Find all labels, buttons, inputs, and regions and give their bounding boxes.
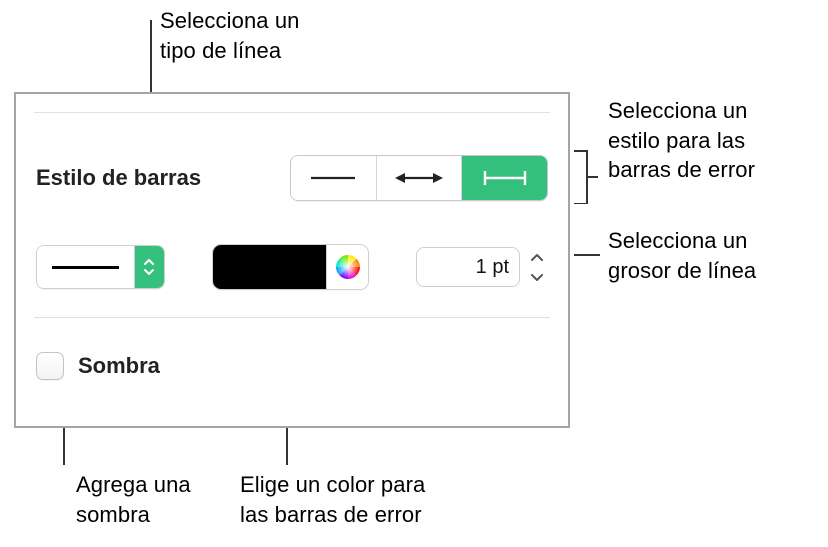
callout-color: Elige un color para las barras de error <box>240 470 425 529</box>
shadow-checkbox[interactable] <box>36 352 64 380</box>
section-title: Estilo de barras <box>36 165 201 191</box>
callout-linetype: Selecciona un tipo de línea <box>160 6 300 65</box>
line-type-toggle[interactable] <box>134 246 164 288</box>
arrow-line-icon <box>391 168 447 188</box>
stepper-up[interactable] <box>526 249 548 266</box>
stepper-down[interactable] <box>526 268 548 285</box>
plain-line-icon <box>305 168 361 188</box>
line-thickness-value: 1 pt <box>476 256 509 279</box>
row-style: Estilo de barras <box>36 113 548 225</box>
error-style-plain-line[interactable] <box>291 156 377 200</box>
callout-thickness: Selecciona un grosor de línea <box>608 226 756 285</box>
error-bar-color-well[interactable] <box>213 245 368 289</box>
callout-shadow: Agrega una sombra <box>76 470 191 529</box>
error-style-arrow-line[interactable] <box>377 156 463 200</box>
solid-line-icon <box>52 266 120 269</box>
line-type-dropdown[interactable] <box>36 245 165 289</box>
line-thickness-stepper: 1 pt <box>416 247 548 287</box>
error-bar-style-segmented[interactable] <box>290 155 548 201</box>
color-picker-button[interactable] <box>326 245 368 289</box>
color-wheel-icon <box>335 254 361 280</box>
shadow-label: Sombra <box>78 353 160 379</box>
chevron-down-icon <box>530 272 544 282</box>
row-shadow: Sombra <box>36 318 548 380</box>
bar-style-panel: Estilo de barras <box>14 92 570 428</box>
row-line-controls: 1 pt <box>36 225 548 317</box>
callout-line <box>574 254 600 256</box>
callout-bracket-style <box>574 150 598 204</box>
line-thickness-field[interactable]: 1 pt <box>416 247 520 287</box>
chevron-up-icon <box>530 253 544 263</box>
capped-line-icon <box>477 168 533 188</box>
color-swatch[interactable] <box>213 245 326 289</box>
error-style-capped-line[interactable] <box>462 156 547 200</box>
chevron-up-down-icon <box>143 256 155 278</box>
line-type-preview <box>37 246 134 288</box>
callout-style: Selecciona un estilo para las barras de … <box>608 96 755 185</box>
